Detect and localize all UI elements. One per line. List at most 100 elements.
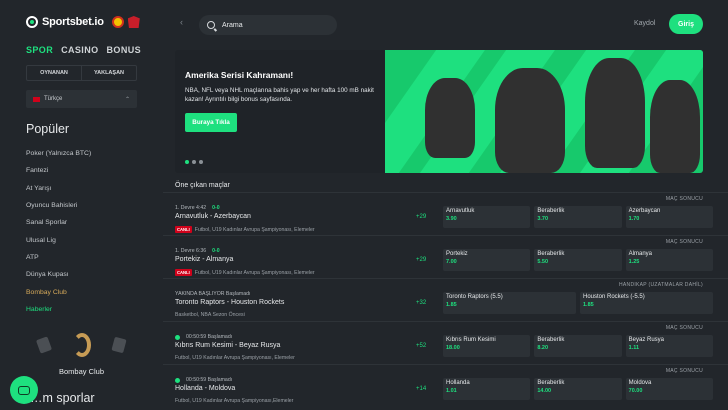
popular-list: Poker (Yalnızca BTC) Fantezi At Yarışı O…	[26, 145, 156, 318]
match-league: Futbol, U19 Kadınlar Avrupa Şampiyonası,…	[175, 398, 294, 404]
search-icon	[207, 21, 215, 29]
match-row[interactable]: MAÇ SONUCU 1. Devre 6:36 0-0 Portekiz - A…	[163, 235, 728, 278]
odds-group: Portekiz 7.00 Beraberlik 5.50 Almanya 1.25	[443, 249, 713, 271]
live-upcoming-tabs: OYNANAN YAKLAŞAN	[26, 65, 137, 81]
sidebar-item-haberler[interactable]: Haberler	[26, 301, 156, 318]
odds-button[interactable]: Beraberlik 3.70	[534, 206, 622, 228]
odds-button[interactable]: Beraberlik 8.20	[534, 335, 622, 357]
club-icons	[26, 330, 137, 360]
more-markets-count[interactable]: +52	[416, 343, 426, 349]
tab-yaklasan[interactable]: YAKLAŞAN	[81, 66, 136, 80]
sidebar-item-sanal-sporlar[interactable]: Sanal Sporlar	[26, 214, 156, 231]
odds-group: Hollanda 1.01 Beraberlik 14.00 Moldova 70.0…	[443, 378, 713, 400]
carousel-dot[interactable]	[185, 160, 189, 164]
featured-heading: Öne çıkan maçlar	[175, 182, 230, 189]
sidebar-item-fantezi[interactable]: Fantezi	[26, 162, 156, 179]
match-row[interactable]: MAÇ SONUCU 1. Devre 4:42 0-0 Arnavutluk -…	[163, 192, 728, 235]
carousel-dot[interactable]	[192, 160, 196, 164]
market-title: MAÇ SONUCU	[665, 196, 703, 202]
sidebar-item-bombay-club[interactable]: Bombay Club	[26, 283, 156, 300]
promo-banner[interactable]: Amerika Serisi Kahramanı! NBA, NFL veya …	[175, 50, 703, 173]
odds-button[interactable]: Beraberlik 5.50	[534, 249, 622, 271]
match-row[interactable]: MAÇ SONUCU 00:50:59 Başlamadı Kıbrıs Rum…	[163, 321, 728, 364]
odds-button[interactable]: Toronto Raptors (5.5) 1.85	[443, 292, 576, 314]
partner-badge-icon	[111, 16, 124, 28]
match-teams[interactable]: Kıbrıs Rum Kesimi - Beyaz Rusya	[175, 342, 280, 349]
odds-button[interactable]: Azerbaycan 1.70	[625, 206, 713, 228]
popular-heading: Popüler	[26, 122, 70, 136]
sidebar-item-poker[interactable]: Poker (Yalnızca BTC)	[26, 145, 156, 162]
sidebar-item-at-yarisi[interactable]: At Yarışı	[26, 180, 156, 197]
chat-icon	[18, 385, 30, 395]
athletes-image	[385, 50, 703, 173]
odds-button[interactable]: Hollanda 1.01	[443, 378, 531, 400]
tab-bonus[interactable]: BONUS	[107, 45, 142, 55]
match-league: Basketbol, NBA Sezon Öncesi	[175, 312, 245, 318]
odds-button[interactable]: Beyaz Rusya 1.11	[625, 335, 713, 357]
back-chevron-icon[interactable]: ‹	[180, 17, 183, 27]
bombay-club-logo-icon	[72, 333, 91, 357]
clock-icon	[175, 377, 180, 383]
odds-button[interactable]: Almanya 1.25	[625, 249, 713, 271]
login-button[interactable]: Giriş	[669, 14, 703, 34]
more-markets-count[interactable]: +32	[416, 300, 426, 306]
sidebar: Sportsbet.io SPOR CASINO BONUS OYNANAN Y…	[0, 0, 163, 410]
match-teams[interactable]: Hollanda - Moldova	[175, 385, 235, 392]
match-row[interactable]: HANDIKAP (UZATMALAR DAHİL) YAKINDA BAŞLI…	[163, 278, 728, 321]
sidebar-item-atp[interactable]: ATP	[26, 249, 156, 266]
match-status: 00:50:59 Başlamadı	[175, 377, 232, 383]
carousel-dot[interactable]	[199, 160, 203, 164]
match-teams[interactable]: Toronto Raptors - Houston Rockets	[175, 299, 284, 306]
tab-oynanan[interactable]: OYNANAN	[27, 66, 81, 80]
chat-button[interactable]	[10, 376, 38, 404]
odds-button[interactable]: Portekiz 7.00	[443, 249, 531, 271]
cards-icon	[111, 336, 127, 354]
match-row[interactable]: MAÇ SONUCU 00:50:59 Başlamadı Hollanda -…	[163, 364, 728, 407]
market-title: HANDIKAP (UZATMALAR DAHİL)	[618, 282, 703, 288]
brand-logo[interactable]: Sportsbet.io	[26, 16, 140, 28]
odds-button[interactable]: Houston Rockets (-5.5) 1.85	[580, 292, 713, 314]
top-bar: ‹ Arama Kaydol Giriş	[163, 0, 728, 47]
sidebar-item-dunya-kupasi[interactable]: Dünya Kupası	[26, 266, 156, 283]
language-select[interactable]: Türkçe ⌃	[26, 90, 137, 108]
dice-icon	[35, 336, 53, 354]
market-title: MAÇ SONUCU	[665, 239, 703, 245]
odds-group: Toronto Raptors (5.5) 1.85 Houston Rocket…	[443, 292, 713, 314]
live-badge: CANLI	[175, 226, 192, 233]
more-markets-count[interactable]: +14	[416, 386, 426, 392]
carousel-dots	[185, 160, 203, 164]
sidebar-item-oyuncu-bahisleri[interactable]: Oyuncu Bahisleri	[26, 197, 156, 214]
match-teams[interactable]: Arnavutluk - Azerbaycan	[175, 213, 251, 220]
bombay-club-card[interactable]: Bombay Club	[26, 330, 137, 376]
match-league: Futbol, U19 Kadınlar Avrupa Şampiyonası,…	[175, 355, 295, 361]
sidebar-item-ulusal-lig[interactable]: Ulusal Lig	[26, 231, 156, 248]
club-crest-icon	[127, 16, 140, 28]
more-markets-count[interactable]: +29	[416, 214, 426, 220]
banner-text: NBA, NFL veya NHL maçlarına bahis yap ve…	[185, 87, 374, 103]
all-sports-heading: …m sporlar	[30, 391, 95, 405]
chevron-updown-icon: ⌃	[124, 96, 130, 103]
match-list: MAÇ SONUCU 1. Devre 4:42 0-0 Arnavutluk -…	[163, 192, 728, 407]
match-status: YAKINDA BAŞLIYOR Başlamadı	[175, 291, 251, 297]
club-label: Bombay Club	[58, 367, 105, 376]
match-teams[interactable]: Portekiz - Almanya	[175, 256, 233, 263]
match-status: 1. Devre 6:36 0-0	[175, 248, 220, 254]
odds-button[interactable]: Beraberlik 14.00	[534, 378, 622, 400]
turkey-flag-icon	[33, 96, 40, 102]
odds-group: Kıbrıs Rum Kesimi 18.00 Beraberlik 8.20 Be…	[443, 335, 713, 357]
tab-spor[interactable]: SPOR	[26, 45, 53, 55]
more-markets-count[interactable]: +29	[416, 257, 426, 263]
odds-button[interactable]: Arnavutluk 3.90	[443, 206, 531, 228]
match-league: CANLI Futbol, U19 Kadınlar Avrupa Şampiyo…	[175, 226, 315, 233]
search-input[interactable]: Arama	[199, 15, 337, 35]
tab-casino[interactable]: CASINO	[61, 45, 98, 55]
odds-button[interactable]: Moldova 70.00	[625, 378, 713, 400]
register-link[interactable]: Kaydol	[634, 20, 655, 27]
live-badge: CANLI	[175, 269, 192, 276]
banner-cta-button[interactable]: Buraya Tıkla	[185, 113, 237, 132]
odds-button[interactable]: Kıbrıs Rum Kesimi 18.00	[443, 335, 531, 357]
match-league: CANLI Futbol, U19 Kadınlar Avrupa Şampiyo…	[175, 269, 315, 276]
clock-icon	[175, 334, 180, 340]
brand-name: Sportsbet.io	[42, 16, 104, 28]
logo-icon	[26, 16, 38, 28]
